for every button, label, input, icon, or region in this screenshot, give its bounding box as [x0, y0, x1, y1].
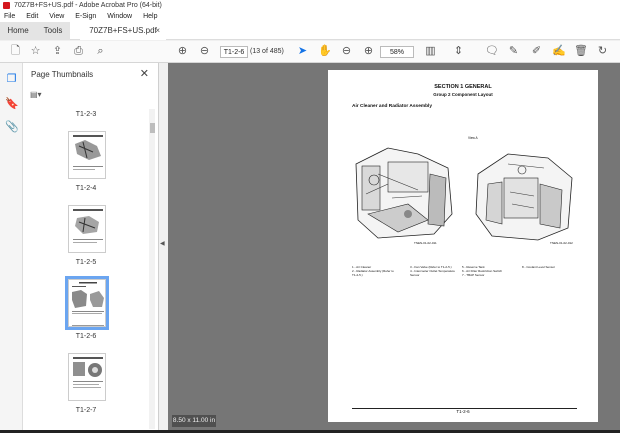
close-panel-icon[interactable]: ✕ [140, 67, 149, 80]
attachments-icon[interactable]: 📎 [5, 121, 19, 134]
create-pdf-icon[interactable]: 🗋 [9, 45, 22, 58]
menu-bar: File Edit View E-Sign Window Help [0, 11, 620, 22]
bookmarks-icon[interactable]: 🔖 [5, 98, 19, 111]
thumbnail-label: T1-2-3 [75, 111, 97, 118]
page-section-title: SECTION 1 GENERAL [434, 84, 492, 90]
scroll-mode-icon[interactable]: ⇕ [452, 45, 465, 58]
tab-home[interactable]: Home [0, 22, 36, 40]
zoom-out-icon[interactable]: ⊖ [340, 45, 353, 58]
thumbnail-scrollbar[interactable] [149, 109, 155, 429]
menu-edit[interactable]: Edit [26, 13, 38, 20]
view-a-label: View A [468, 136, 478, 140]
thumbnail-label: T1-2-5 [75, 259, 97, 266]
page-heading: Air Cleaner and Radiator Assembly [352, 104, 433, 109]
menu-view[interactable]: View [49, 13, 64, 20]
select-cursor-icon[interactable]: ➤ [296, 45, 309, 58]
tab-document-label: 70Z7B+FS+US.pdf [89, 26, 157, 35]
page-count: (13 of 485) [250, 48, 284, 55]
tab-tools[interactable]: Tools [36, 22, 70, 40]
legend-column-3: 5 - Reserve Tank 6 - Air Filter Restrict… [462, 265, 516, 277]
print-icon[interactable]: ⎙ [72, 45, 85, 58]
thumbnail-scrollbar-thumb[interactable] [150, 123, 155, 133]
thumbnail-page-selected[interactable] [65, 276, 109, 330]
thumbnail-label: T1-2-4 [75, 185, 97, 192]
menu-window[interactable]: Window [107, 13, 132, 20]
page-footer-number: T1-2-6 [456, 409, 470, 414]
bookmark-star-icon[interactable]: ☆ [29, 45, 42, 58]
acrobat-icon [3, 2, 10, 9]
edit-pdf-icon[interactable]: ✍ [552, 45, 566, 58]
legend-column-1: 1 - Air Cleaner 2 - Radiator Assembly (R… [352, 265, 396, 277]
zoom-level-select[interactable]: 58% [380, 46, 414, 58]
legend-item: 8 - Coolant Level Sensor [522, 265, 556, 269]
figure-code-right: TNEN-01-02-012 [550, 241, 573, 245]
panel-title: Page Thumbnails [31, 70, 94, 79]
window-title: 70Z7B+FS+US.pdf - Adobe Acrobat Pro (64-… [14, 2, 162, 9]
page-number-input[interactable]: T1-2-6 [220, 46, 248, 58]
page-thumbnails-icon[interactable]: ❐ [5, 73, 18, 86]
legend-item: 4 - Intercooler Outlet Temperature Senso… [410, 269, 455, 277]
page-size-indicator: 8.50 x 11.00 in [172, 415, 216, 427]
thumbnail-page[interactable] [68, 353, 106, 401]
view-a-drawing [475, 153, 573, 241]
thumbnail-list: T1-2-3 T1-2-4 T1-2-5 T1-2-6 T1-2-7 [23, 107, 159, 433]
left-rail: ❐ 🔖 📎 [0, 63, 23, 433]
page-display-icon[interactable]: ▥ [424, 45, 437, 58]
previous-page-icon[interactable]: ⊕ [176, 45, 189, 58]
figure-code-left: TNEN-01-02-011 [414, 241, 437, 245]
legend-item: 7 - TBAP Sensor [462, 273, 485, 277]
thumbnail-options-icon[interactable]: ▤▾ [30, 90, 48, 100]
pdf-page: SECTION 1 GENERAL Group 2 Component Layo… [328, 70, 598, 422]
tab-bar: Home Tools 70Z7B+FS+US.pdf × [0, 22, 620, 40]
toolbar: 🗋 ☆ ⇪ ⎙ ⌕ ⊕ ⊖ T1-2-6 (13 of 485) ➤ ✋ ⊖ ⊕… [0, 41, 620, 63]
title-bar: 70Z7B+FS+US.pdf - Adobe Acrobat Pro (64-… [0, 0, 620, 11]
highlight-pen-icon[interactable]: ✎ [507, 45, 520, 58]
thumbnail-label: T1-2-7 [75, 407, 97, 414]
next-page-icon[interactable]: ⊖ [198, 45, 211, 58]
page-group-title: Group 2 Component Layout [433, 92, 493, 97]
thumbnail-page[interactable] [68, 131, 106, 179]
zoom-in-icon[interactable]: ⊕ [362, 45, 375, 58]
legend-column-2: 3 - Fan Valve (Refer to T1-2-5.) 4 - Int… [410, 265, 458, 277]
comment-icon[interactable]: 🗨 [485, 45, 499, 58]
menu-file[interactable]: File [4, 13, 15, 20]
search-icon[interactable]: ⌕ [94, 45, 107, 58]
thumbnail-label: T1-2-6 [75, 333, 97, 340]
delete-icon[interactable]: 🗑 [574, 45, 588, 58]
legend-column-4: 8 - Coolant Level Sensor [522, 265, 576, 269]
tab-document[interactable]: 70Z7B+FS+US.pdf × [80, 22, 166, 40]
upload-icon[interactable]: ⇪ [51, 45, 64, 58]
rotate-icon[interactable]: ↻ [596, 45, 609, 58]
draw-icon[interactable]: ✐ [530, 45, 543, 58]
close-tab-icon[interactable]: × [155, 22, 160, 40]
hand-tool-icon[interactable]: ✋ [318, 45, 332, 58]
thumbnail-page[interactable] [68, 205, 106, 253]
air-cleaner-drawing [355, 147, 453, 239]
legend-item: 2 - Radiator Assembly (Refer to T1-2-5.) [352, 269, 394, 277]
collapse-panel-icon[interactable]: ◀ [160, 240, 168, 247]
menu-help[interactable]: Help [143, 13, 157, 20]
page-thumbnails-panel: Page Thumbnails ✕ ▤▾ T1-2-3 T1-2-4 T1-2-… [23, 63, 159, 433]
menu-esign[interactable]: E-Sign [75, 13, 96, 20]
